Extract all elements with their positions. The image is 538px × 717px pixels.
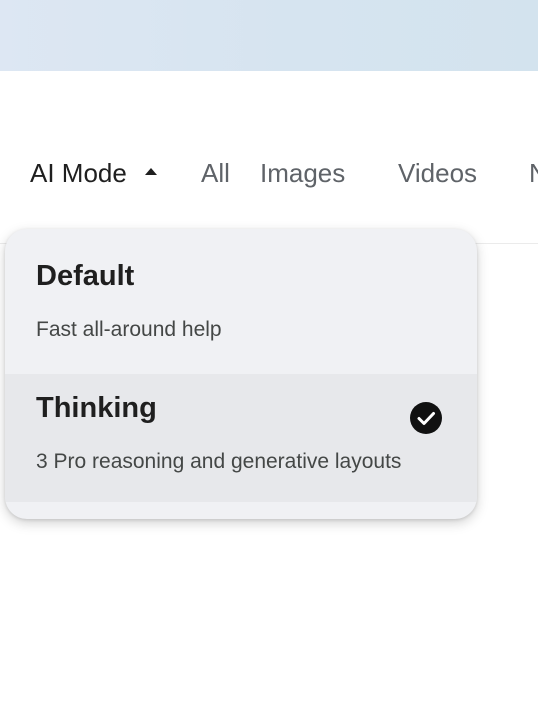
tab-ai-mode[interactable]: AI Mode <box>30 148 157 198</box>
check-circle-icon <box>410 402 442 434</box>
tab-all[interactable]: All <box>201 148 230 198</box>
search-tabs: AI Mode All Images Videos N <box>0 148 538 198</box>
menu-item-thinking[interactable]: Thinking 3 Pro reasoning and generative … <box>5 374 477 502</box>
caret-up-icon <box>144 167 157 175</box>
tab-more-truncated[interactable]: N <box>529 148 538 198</box>
top-banner <box>0 0 538 71</box>
menu-item-description: 3 Pro reasoning and generative layouts <box>36 450 402 473</box>
tab-images[interactable]: Images <box>260 148 345 198</box>
menu-item-default[interactable]: Default Fast all-around help <box>5 229 477 374</box>
tab-videos[interactable]: Videos <box>398 148 477 198</box>
menu-item-title: Default <box>36 260 135 292</box>
menu-item-description: Fast all-around help <box>36 318 222 341</box>
mode-dropdown-menu: Default Fast all-around help Thinking 3 … <box>5 229 477 519</box>
menu-item-title: Thinking <box>36 392 157 424</box>
tab-ai-mode-label: AI Mode <box>30 158 127 188</box>
